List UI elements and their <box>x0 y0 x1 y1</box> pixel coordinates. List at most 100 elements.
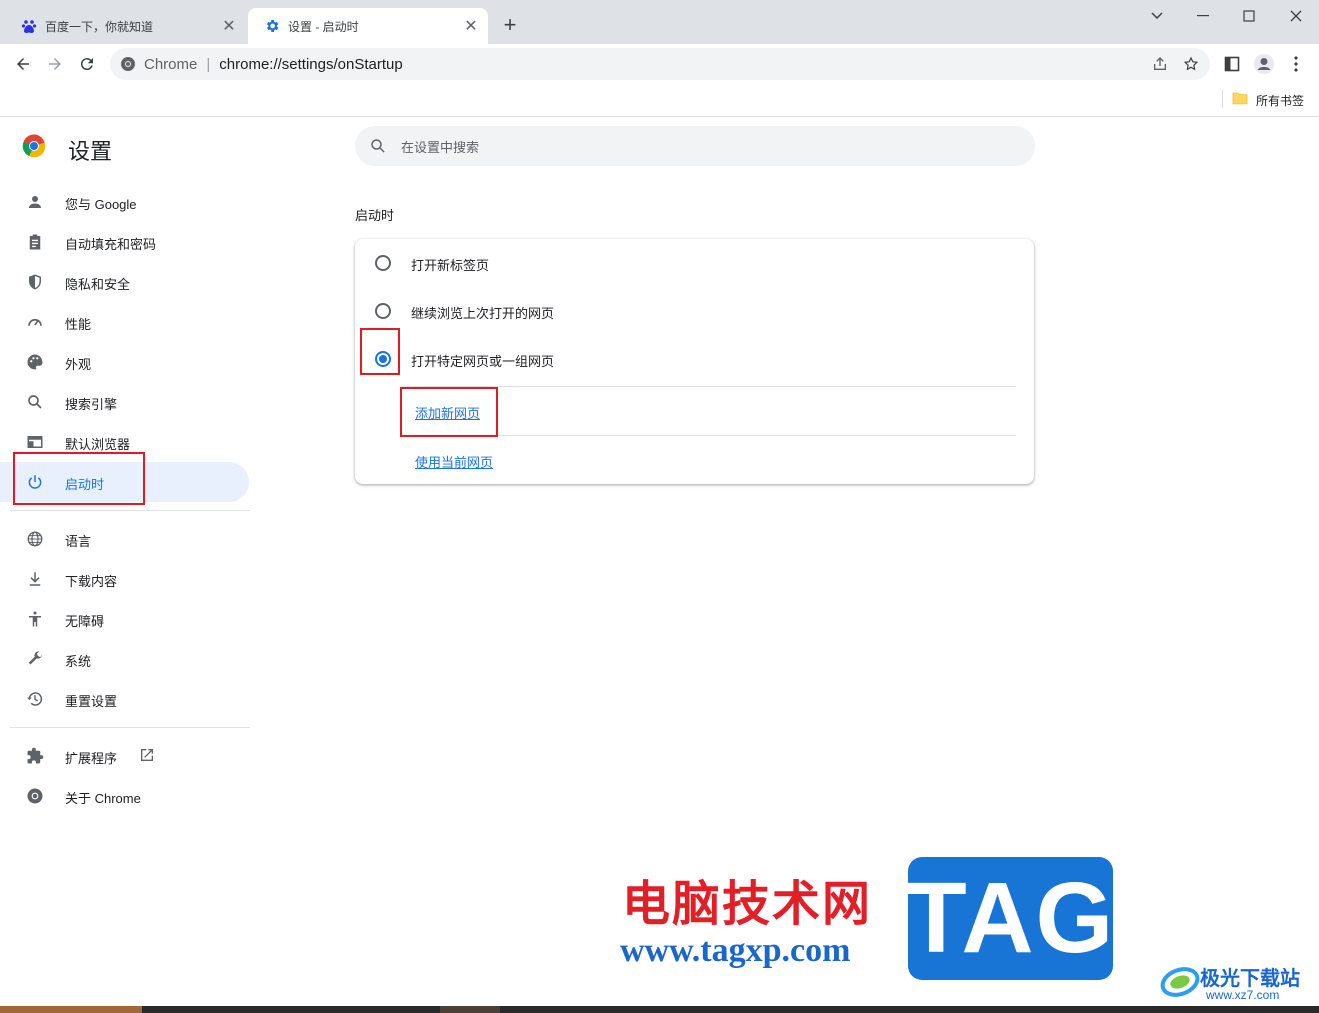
highlight-box-startup <box>13 452 145 505</box>
forward-icon[interactable] <box>41 50 69 78</box>
taskbar-segment <box>0 1006 142 1013</box>
more-menu-icon[interactable] <box>1284 52 1308 76</box>
search-icon <box>25 392 45 412</box>
startup-options-card: 打开新标签页 继续浏览上次打开的网页 打开特定网页或一组网页 添加新网页 使用当… <box>355 239 1034 484</box>
gear-icon <box>264 18 280 34</box>
option-new-tab[interactable]: 打开新标签页 <box>355 239 1034 287</box>
bookmark-star-icon[interactable] <box>1179 52 1203 76</box>
open-in-new-icon <box>139 747 155 766</box>
folder-icon <box>1232 92 1248 105</box>
person-icon <box>25 192 45 212</box>
sidebar-divider <box>10 510 250 511</box>
history-icon <box>25 689 45 709</box>
sidebar-item-label: 自动填充和密码 <box>65 237 157 252</box>
search-icon <box>371 139 385 153</box>
sidebar-item-privacy[interactable]: 隐私和安全 <box>0 262 249 302</box>
watermark-tag-logo: TAG <box>906 857 1113 980</box>
all-bookmarks-button[interactable]: 所有书签 <box>1256 92 1304 109</box>
url-text[interactable]: chrome://settings/onStartup <box>219 56 402 73</box>
sidebar-item-label: 外观 <box>65 357 92 372</box>
new-tab-button[interactable]: + <box>498 14 522 38</box>
radio-button[interactable] <box>375 303 391 319</box>
settings-search-input[interactable]: 在设置中搜索 <box>355 126 1035 166</box>
sidebar-item-languages[interactable]: 语言 <box>0 519 249 559</box>
option-specific-pages[interactable]: 打开特定网页或一组网页 <box>355 335 1034 383</box>
sidebar-item-system[interactable]: 系统 <box>0 639 249 679</box>
url-separator: | <box>206 55 211 73</box>
search-placeholder: 在设置中搜索 <box>401 139 480 155</box>
section-title: 启动时 <box>355 208 395 223</box>
clipboard-icon <box>25 232 45 252</box>
puzzle-icon <box>25 746 45 766</box>
aurora-logo-icon <box>1160 967 1200 997</box>
baidu-icon <box>21 18 37 34</box>
sidebar-item-accessibility[interactable]: 无障碍 <box>0 599 249 639</box>
sidebar-item-label: 语言 <box>65 534 92 549</box>
shield-icon <box>25 272 45 292</box>
tab-title: 设置 - 启动时 <box>288 19 359 34</box>
sidebar-item-label: 搜索引擎 <box>65 397 118 412</box>
option-label: 继续浏览上次打开的网页 <box>411 306 555 321</box>
sidebar-item-label: 性能 <box>65 317 92 332</box>
download-icon <box>25 569 45 589</box>
accessibility-icon <box>25 609 45 629</box>
tab-search-icon[interactable] <box>1137 4 1177 28</box>
watermark-badge-url: www.xz7.com <box>1206 988 1280 1002</box>
sidebar-item-label: 下载内容 <box>65 574 118 589</box>
sidebar-item-label: 隐私和安全 <box>65 277 131 292</box>
option-label: 打开特定网页或一组网页 <box>411 354 555 369</box>
sidebar-item-appearance[interactable]: 外观 <box>0 342 249 382</box>
chrome-icon <box>121 57 135 71</box>
radio-button[interactable] <box>375 255 391 271</box>
sidebar-item-label: 无障碍 <box>65 614 105 629</box>
browser-icon <box>25 432 45 452</box>
highlight-box-radio <box>360 328 400 375</box>
tab-settings[interactable]: 设置 - 启动时 ✕ <box>248 8 488 44</box>
sidebar-item-label: 您与 Google <box>65 197 137 212</box>
tab-title: 百度一下，你就知道 <box>45 19 154 34</box>
page-title: 设置 <box>68 139 113 164</box>
sidebar-item-performance[interactable]: 性能 <box>0 302 249 342</box>
watermark-site-name: 电脑技术网 <box>622 878 873 931</box>
palette-icon <box>25 352 45 372</box>
profile-avatar-icon[interactable] <box>1252 52 1276 76</box>
sidebar-item-label: 扩展程序 <box>65 751 118 766</box>
share-icon[interactable] <box>1148 52 1172 76</box>
sidebar-item-downloads[interactable]: 下载内容 <box>0 559 249 599</box>
toolbar: Chrome | chrome://settings/onStartup <box>0 44 1319 84</box>
chrome-logo-icon <box>22 134 46 158</box>
highlight-box-add-page <box>400 387 498 437</box>
option-continue[interactable]: 继续浏览上次打开的网页 <box>355 287 1034 335</box>
sidebar-item-search-engine[interactable]: 搜索引擎 <box>0 382 249 422</box>
side-panel-icon[interactable] <box>1220 52 1244 76</box>
back-icon[interactable] <box>9 50 37 78</box>
sidebar-item-label: 系统 <box>65 654 92 669</box>
sidebar-item-label: 重置设置 <box>65 694 118 709</box>
address-bar[interactable]: Chrome | chrome://settings/onStartup <box>110 48 1210 80</box>
close-icon[interactable]: ✕ <box>462 17 480 35</box>
bookmarks-bar: 所有书签 <box>0 84 1319 117</box>
chrome-icon <box>25 786 45 806</box>
tab-baidu[interactable]: 百度一下，你就知道 ✕ <box>5 8 246 44</box>
sidebar-item-reset[interactable]: 重置设置 <box>0 679 249 719</box>
sidebar-item-about-chrome[interactable]: 关于 Chrome <box>0 776 249 816</box>
close-icon[interactable]: ✕ <box>220 17 238 35</box>
sidebar-item-label: 默认浏览器 <box>65 437 131 452</box>
site-chip: Chrome <box>144 55 198 73</box>
watermark-badge-name: 极光下载站 <box>1200 968 1300 990</box>
sidebar-item-extensions[interactable]: 扩展程序 <box>0 736 249 776</box>
globe-icon <box>25 529 45 549</box>
minimize-icon[interactable] <box>1183 4 1223 28</box>
sidebar-item-you-and-google[interactable]: 您与 Google <box>0 182 249 222</box>
sidebar-item-label: 关于 Chrome <box>65 791 141 806</box>
use-current-pages-link[interactable]: 使用当前网页 <box>415 452 493 471</box>
reload-icon[interactable] <box>73 50 101 78</box>
taskbar-segment <box>440 1006 500 1013</box>
close-window-icon[interactable] <box>1276 4 1316 28</box>
option-label: 打开新标签页 <box>411 258 490 273</box>
sidebar-divider <box>10 727 250 728</box>
sidebar-item-autofill[interactable]: 自动填充和密码 <box>0 222 249 262</box>
taskbar <box>0 1006 1319 1013</box>
maximize-icon[interactable] <box>1229 4 1269 28</box>
bookmarks-divider <box>1222 90 1223 108</box>
